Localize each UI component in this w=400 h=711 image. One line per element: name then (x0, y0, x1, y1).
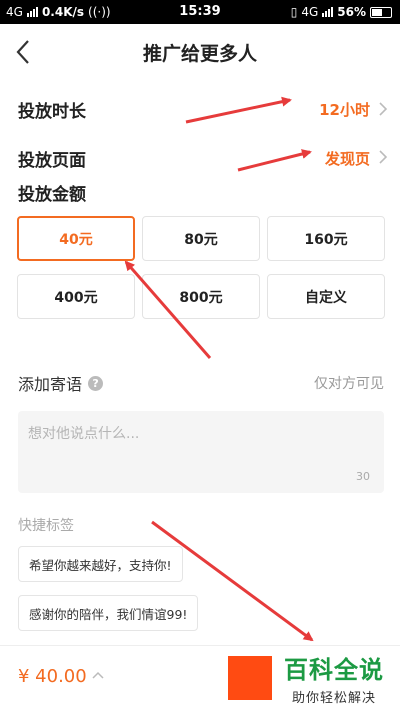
amount-option-80[interactable]: 80元 (142, 216, 260, 261)
vibrate-icon: ▯ (290, 5, 298, 19)
message-title: 添加寄语 (18, 375, 83, 394)
battery-icon (370, 6, 392, 18)
page-value: 发现页 (324, 150, 370, 168)
chevron-up-icon[interactable] (92, 670, 104, 680)
amount-option-160[interactable]: 160元 (267, 216, 385, 261)
help-icon[interactable]: ? (88, 375, 104, 391)
page-title: 推广给更多人 (142, 43, 257, 65)
watermark-logo: 百科全说 助你轻松解决 (278, 650, 390, 706)
duration-value: 12小时 (319, 101, 370, 119)
chevron-right-icon (379, 150, 388, 164)
amount-option-40[interactable]: 40元 (17, 216, 135, 261)
quick-tags-title: 快捷标签 (18, 518, 74, 534)
status-bar: 4G 0.4K/s ((·)) 15:39 ▯ 4G 56% (0, 0, 400, 24)
duration-label: 投放时长 (18, 102, 86, 122)
status-right: ▯ 4G 56% (291, 5, 392, 19)
char-counter: 30 (356, 470, 370, 483)
message-section-title: 添加寄语 ? (18, 371, 104, 395)
network-type-right: 4G (301, 5, 319, 19)
app-header: 推广给更多人 (0, 24, 400, 80)
signal-icon-right (322, 7, 334, 17)
amount-option-800[interactable]: 800元 (142, 274, 260, 319)
pay-button[interactable] (228, 656, 272, 700)
page-label: 投放页面 (18, 151, 86, 171)
amount-option-400[interactable]: 400元 (17, 274, 135, 319)
message-box: 30 (18, 411, 384, 493)
arrow-to-page (237, 149, 312, 172)
arrow-to-duration (185, 96, 292, 124)
message-input[interactable] (18, 411, 384, 493)
total-price: ¥ 40.00 (18, 666, 87, 687)
battery-percent: 56% (337, 5, 366, 19)
chevron-right-icon (379, 102, 388, 116)
quick-tag[interactable]: 感谢你的陪伴，我们情谊99! (18, 595, 199, 631)
amount-option-custom[interactable]: 自定义 (267, 274, 385, 319)
watermark-main: 百科全说 (284, 656, 384, 684)
amount-label: 投放金额 (18, 185, 86, 205)
visibility-note: 仅对方可见 (314, 376, 384, 392)
watermark-sub: 助你轻松解决 (291, 691, 376, 706)
quick-tag[interactable]: 希望你越来越好，支持你! (18, 546, 183, 582)
